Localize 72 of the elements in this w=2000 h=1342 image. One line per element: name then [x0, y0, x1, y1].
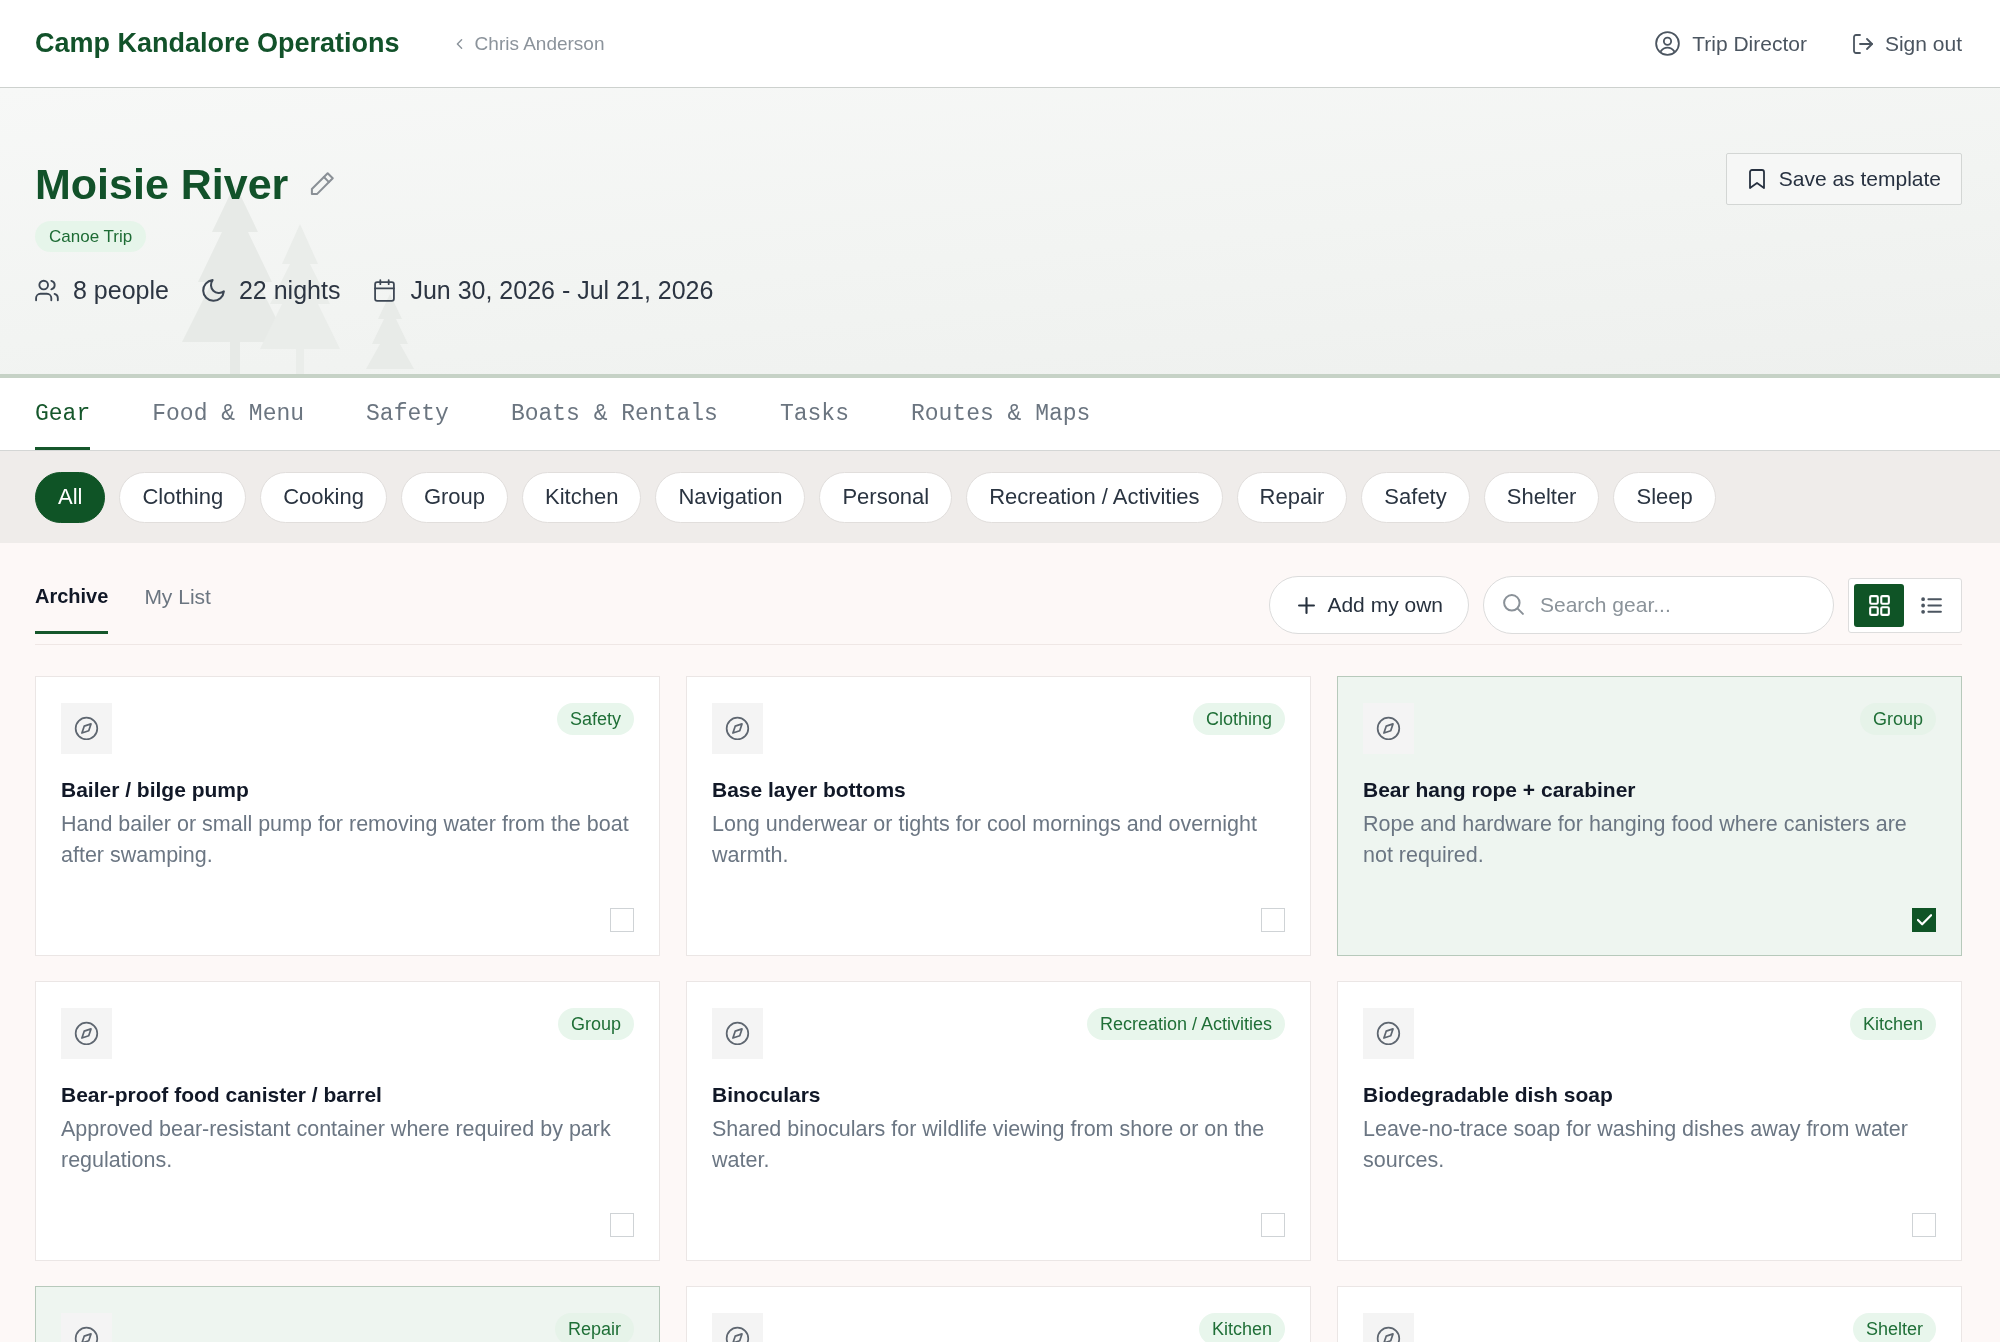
filter-chip[interactable]: Recreation / Activities: [966, 471, 1223, 523]
category-tag: Kitchen: [1198, 1313, 1285, 1342]
subtab[interactable]: Archive: [35, 576, 109, 634]
search-field[interactable]: Search gear...: [1483, 576, 1834, 634]
filter-chip[interactable]: Clothing: [119, 471, 247, 523]
filter-chip[interactable]: Repair: [1236, 471, 1348, 523]
grid-view-button[interactable]: [1854, 583, 1904, 627]
card-title: Biodegradable dish soap: [1363, 1082, 1614, 1108]
pencil-icon[interactable]: [310, 172, 335, 196]
card-title: Bear hang rope + carabiner: [1363, 777, 1637, 803]
card-title: Binoculars: [712, 1082, 822, 1108]
role-button[interactable]: Trip Director: [1655, 31, 1807, 56]
sign-out-button[interactable]: Sign out: [1852, 31, 1962, 56]
category-tag: Repair: [554, 1313, 634, 1342]
user-circle-icon: [1655, 31, 1681, 56]
filter-chip[interactable]: Shelter: [1483, 471, 1600, 523]
card-description: Long underwear or tights for cool mornings and overnight warmth.: [712, 811, 1258, 869]
category-tag: Kitchen: [1849, 1008, 1936, 1040]
list-icon: [1920, 594, 1942, 616]
tab[interactable]: Boats & Rentals: [510, 378, 718, 450]
tab[interactable]: Tasks: [779, 378, 849, 450]
category-tag: Shelter: [1852, 1313, 1936, 1342]
filter-chip[interactable]: Group: [400, 471, 509, 523]
compass-icon: [712, 703, 763, 754]
card-description: Leave-no-trace soap for washing dishes away from water sources.: [1363, 1116, 1909, 1174]
card-title: Base layer bottoms: [712, 777, 907, 803]
card-title: Bailer / bilge pump: [61, 777, 250, 803]
bookmark-icon: [1748, 169, 1765, 189]
compass-icon: [712, 1008, 763, 1059]
compass-icon: [1363, 703, 1414, 754]
logout-icon: [1852, 33, 1873, 54]
trip-stat: 22 nights: [238, 276, 341, 305]
check-icon: [1916, 914, 1932, 926]
chevron-left-icon: [455, 38, 463, 49]
trip-type-badge: Canoe Trip: [35, 221, 147, 252]
add-item-button[interactable]: Add my own: [1269, 576, 1469, 634]
compass-icon: [1363, 1008, 1414, 1059]
filter-chip[interactable]: Cooking: [260, 471, 387, 523]
people-icon: [35, 279, 60, 302]
plus-icon: [1298, 596, 1316, 614]
trip-stat: Jun 30, 2026 - Jul 21, 2026: [410, 276, 714, 305]
tab[interactable]: Safety: [366, 378, 449, 450]
calendar-icon: [372, 279, 398, 302]
grid-icon: [1868, 594, 1890, 616]
card-description: Shared binoculars for wildlife viewing from shore or on the water.: [712, 1116, 1266, 1174]
tab[interactable]: Routes & Maps: [910, 378, 1091, 450]
compass-icon: [61, 1008, 112, 1059]
card-title: Bear-proof food canister / barrel: [61, 1082, 383, 1108]
subtab[interactable]: My List: [144, 576, 211, 634]
tab[interactable]: Food & Menu: [152, 378, 305, 450]
category-tag: Recreation / Activities: [1086, 1008, 1285, 1040]
category-tag: Safety: [556, 703, 634, 735]
filter-chip[interactable]: Navigation: [655, 471, 806, 523]
category-tag: Group: [1859, 703, 1936, 735]
checkbox[interactable]: [1912, 908, 1936, 932]
card-description: Approved bear-resistant container where required by park regulations.: [61, 1116, 612, 1174]
filter-chip[interactable]: Safety: [1361, 471, 1470, 523]
moon-icon: [200, 279, 226, 302]
card-description: Rope and hardware for hanging food where canisters are not required.: [1363, 811, 1908, 869]
category-tag: Group: [557, 1008, 634, 1040]
save-template-button[interactable]: Save as template: [1725, 153, 1962, 205]
compass-icon: [61, 703, 112, 754]
search-icon: [1503, 594, 1524, 615]
filter-chip[interactable]: All: [35, 471, 106, 523]
trip-stat: 8 people: [73, 276, 169, 305]
app-title: Camp Kandalore Operations: [35, 28, 400, 59]
card-description: Hand bailer or small pump for removing water from the boat after swamping.: [61, 811, 630, 869]
filter-chip[interactable]: Sleep: [1613, 471, 1716, 523]
trip-title: Moisie River: [35, 159, 289, 209]
filter-chip[interactable]: Kitchen: [522, 471, 642, 523]
category-tag: Clothing: [1192, 703, 1285, 735]
filter-chip[interactable]: Personal: [819, 471, 953, 523]
